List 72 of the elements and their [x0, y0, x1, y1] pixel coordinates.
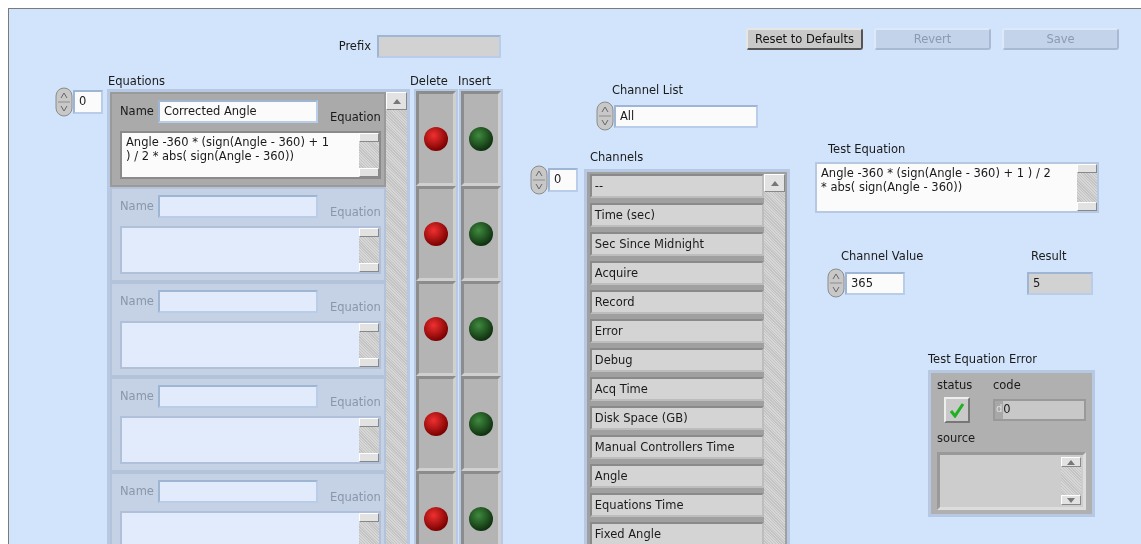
up-arrow-icon — [1067, 459, 1075, 465]
led-indicator[interactable] — [423, 505, 449, 532]
channel-item[interactable]: Manual Controllers Time — [589, 435, 764, 459]
channel-item[interactable]: Error — [589, 319, 764, 343]
channels-index-field[interactable]: 0 — [548, 168, 578, 192]
spinner-control[interactable] — [55, 87, 73, 117]
scrollbar[interactable] — [1077, 164, 1097, 211]
led-indicator[interactable] — [423, 125, 449, 152]
channel-item[interactable]: Angle — [589, 464, 764, 488]
channel-item[interactable]: Record — [589, 290, 764, 314]
result-label: Result — [1031, 249, 1067, 264]
led-indicator[interactable] — [468, 125, 494, 152]
insert-label: Insert — [458, 74, 491, 89]
up-arrow-icon — [392, 98, 401, 104]
prefix-field[interactable] — [377, 35, 501, 58]
channel-item[interactable]: Fixed Angle — [589, 522, 764, 544]
code-label: code — [993, 378, 1021, 393]
led-indicator[interactable] — [468, 315, 494, 342]
panel-button[interactable]: Reset to Defaults — [746, 28, 863, 50]
scrollbar[interactable] — [764, 174, 785, 544]
scrollbar[interactable] — [386, 92, 407, 544]
led-indicator[interactable] — [423, 410, 449, 437]
scrollbar[interactable] — [359, 133, 379, 177]
channel-item[interactable]: -- — [589, 174, 764, 198]
down-arrow-icon — [1067, 497, 1075, 503]
channel-list-label: Channel List — [612, 83, 684, 98]
channel-item[interactable]: Equations Time — [589, 493, 764, 517]
equation-label: Equation — [329, 395, 381, 410]
equation-label: Equation — [329, 300, 381, 315]
led-indicator[interactable] — [423, 220, 449, 247]
up-arrow-icon — [770, 180, 779, 186]
check-icon — [949, 402, 965, 418]
led-indicator[interactable] — [468, 220, 494, 247]
channel-item[interactable]: Acq Time — [589, 377, 764, 401]
scrollbar[interactable] — [1061, 457, 1081, 505]
test-equation-label: Test Equation — [828, 142, 907, 157]
channel-item[interactable]: Disk Space (GB) — [589, 406, 764, 430]
led-indicator[interactable] — [423, 315, 449, 342]
channel-list-field[interactable]: All — [614, 104, 758, 128]
result-field: 5 — [1027, 271, 1093, 295]
equation-label: Equation — [329, 490, 381, 505]
channels-label: Channels — [590, 150, 645, 165]
name-label: Name — [120, 199, 154, 214]
channel-value-field[interactable]: 365 — [845, 271, 905, 295]
index-field[interactable]: 0 — [73, 90, 103, 114]
name-label: Name — [120, 389, 154, 404]
source-label: source — [937, 431, 977, 446]
led-indicator[interactable] — [468, 505, 494, 532]
spinner-control[interactable] — [596, 101, 614, 131]
status-button[interactable] — [944, 397, 970, 423]
name-label: Name — [120, 294, 154, 309]
equations-label: Equations — [108, 74, 166, 89]
channel-item[interactable]: Acquire — [589, 261, 764, 285]
equation-field[interactable]: Angle -360 * (sign(Angle - 360) + 1 ) / 2 * abs( sign(Angle - 360)) — [120, 131, 381, 179]
channel-item[interactable]: Debug — [589, 348, 764, 372]
equation-label: Equation — [329, 110, 381, 125]
channel-item[interactable]: Time (sec) — [589, 203, 764, 227]
name-label: Name — [120, 104, 154, 119]
led-indicator[interactable] — [468, 410, 494, 437]
name-label: Name — [120, 484, 154, 499]
error-label: Test Equation Error — [928, 352, 1038, 367]
name-field[interactable]: Corrected Angle — [157, 100, 318, 123]
channel-item[interactable]: Sec Since Midnight — [589, 232, 764, 256]
channel-value-label: Channel Value — [841, 249, 925, 264]
status-label: status — [937, 378, 973, 393]
spinner-control[interactable] — [530, 165, 548, 195]
spinner-control[interactable] — [827, 268, 845, 298]
equation-label: Equation — [329, 205, 381, 220]
code-value: 0 — [1003, 401, 1011, 418]
test-equation-field[interactable]: Angle -360 * (sign(Angle - 360) + 1 ) / 2 * abs( sign(Angle - 360)) — [815, 162, 1099, 213]
prefix-label: Prefix — [338, 39, 371, 54]
delete-label: Delete — [410, 74, 449, 89]
